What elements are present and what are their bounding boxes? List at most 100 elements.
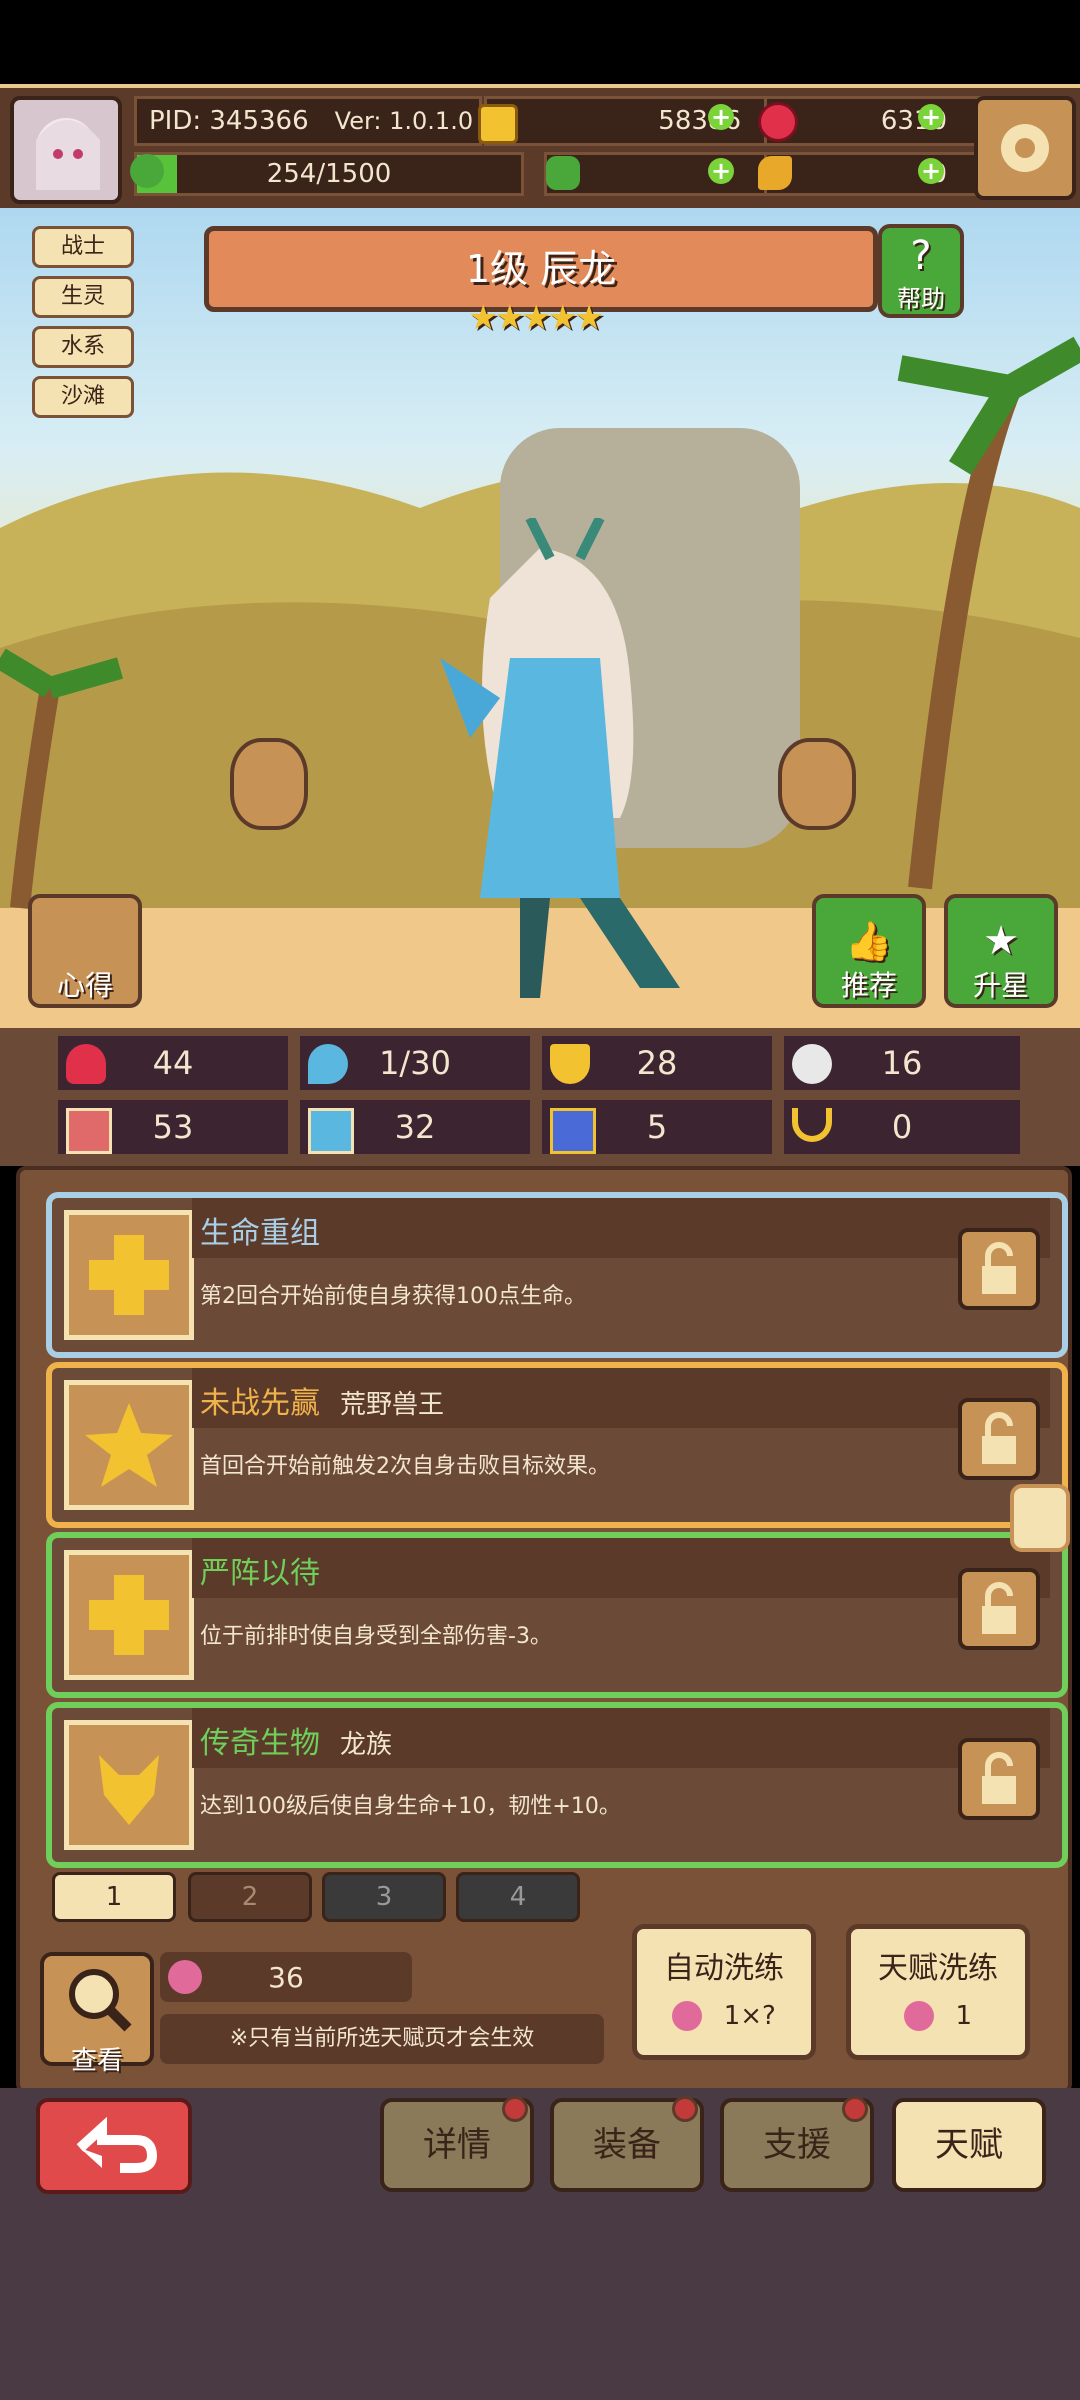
talent-page-note: ※只有当前所选天赋页才会生效	[160, 2014, 604, 2064]
talent-desc: 达到100级后使自身生命+10，韧性+10。	[200, 1794, 621, 1819]
lock-button[interactable]	[958, 1228, 1040, 1310]
auto-wash-label: 自动洗练	[664, 1951, 784, 1986]
recommend-button[interactable]: 👍 推荐	[812, 894, 926, 1008]
top-status-bar: PID: 345366 Ver: 1.0.1.0 58386 + 6310 + …	[0, 84, 1080, 212]
hero-scene: 战士 生灵 水系 沙滩 1级 辰龙 ★★★★★ ? 帮助 心得 👍 推荐 ★ 升…	[0, 208, 1080, 1028]
hero-stats: 44 1/30 28 16 53 32 5 0	[0, 1028, 1080, 1166]
tag-element: 水系	[32, 326, 134, 368]
panel-side-handle[interactable]	[1010, 1484, 1070, 1552]
auto-wash-cost: 1×?	[723, 2001, 776, 2031]
talent-header	[192, 1538, 1050, 1598]
dragon-head-icon	[64, 1720, 194, 1850]
talent-page-tab-2[interactable]: 2	[188, 1872, 312, 1922]
talent-page-tab-1[interactable]: 1	[52, 1872, 176, 1922]
talent-wash-cost: 1	[955, 2001, 973, 2031]
add-gem-button[interactable]: +	[918, 104, 944, 130]
water-drop-icon	[308, 1044, 348, 1084]
add-clover-button[interactable]: +	[708, 158, 734, 184]
energy-icon	[130, 154, 164, 188]
lock-icon	[982, 1242, 1016, 1294]
talent-card[interactable]: 传奇生物 龙族 达到100级后使自身生命+10，韧性+10。	[46, 1702, 1068, 1868]
notes-button[interactable]: 心得	[28, 894, 142, 1008]
tag-class: 战士	[32, 226, 134, 268]
back-button[interactable]	[36, 2098, 192, 2194]
help-icon: ?	[910, 233, 932, 279]
lock-icon	[982, 1412, 1016, 1464]
fist-icon	[66, 1108, 112, 1154]
player-avatar[interactable]	[10, 96, 122, 204]
talent-desc: 首回合开始前触发2次自身击败目标效果。	[200, 1454, 610, 1479]
gold-coin-icon	[478, 104, 518, 144]
hero-stars: ★★★★★	[468, 298, 604, 338]
prev-hero-button[interactable]	[230, 738, 308, 830]
talent-card[interactable]: 生命重组 第2回合开始前使自身获得100点生命。	[46, 1192, 1068, 1358]
pid-label: PID: 345366	[149, 106, 309, 136]
cross-icon	[64, 1210, 194, 1340]
add-gold-button[interactable]: +	[708, 104, 734, 130]
support-notification-dot	[842, 2096, 868, 2122]
shield-icon	[550, 1044, 590, 1084]
gear-icon	[1001, 124, 1049, 172]
talent-page-tab-4[interactable]: 4	[456, 1872, 580, 1922]
pid-version-bar: PID: 345366 Ver: 1.0.1.0	[134, 96, 482, 146]
talent-subtitle: 荒野兽王	[340, 1390, 445, 1420]
star-icon: ★	[983, 918, 1019, 964]
red-gem-icon	[758, 102, 798, 142]
fruit-icon	[903, 2000, 934, 2031]
arm-icon	[758, 156, 792, 190]
talent-desc: 第2回合开始前使自身获得100点生命。	[200, 1284, 586, 1309]
notes-label: 心得	[56, 969, 113, 1002]
tag-race: 生灵	[32, 276, 134, 318]
gem-bar: 6310	[764, 96, 992, 146]
clover-icon	[546, 156, 580, 190]
help-label: 帮助	[897, 285, 945, 313]
next-hero-button[interactable]	[778, 738, 856, 830]
upstar-label: 升星	[972, 969, 1029, 1002]
recommend-label: 推荐	[840, 969, 897, 1002]
talent-tab[interactable]: 天赋	[892, 2098, 1046, 2192]
return-arrow-icon	[76, 2116, 158, 2173]
view-button[interactable]: 查看	[40, 1952, 154, 2076]
tag-terrain: 沙滩	[32, 376, 134, 418]
details-notification-dot	[502, 2096, 528, 2122]
add-item-button[interactable]: +	[918, 158, 944, 184]
energy-bar: 254/1500	[134, 152, 524, 196]
auto-wash-button[interactable]: 自动洗练 1×?	[632, 1924, 816, 2060]
fruit-count: 36	[268, 1960, 304, 1994]
talent-wash-button[interactable]: 天赋洗练 1	[846, 1924, 1030, 2060]
talent-title: 严阵以待	[200, 1556, 320, 1591]
feather-icon	[792, 1044, 832, 1084]
lock-button[interactable]	[958, 1738, 1040, 1820]
magnifier-icon	[69, 1969, 132, 2032]
fruit-icon	[672, 2000, 703, 2031]
talent-title: 未战先赢	[200, 1386, 320, 1421]
boot-icon	[550, 1108, 596, 1154]
fruit-icon	[168, 1960, 202, 1994]
cross-icon	[64, 1550, 194, 1680]
book-icon	[308, 1108, 354, 1154]
talent-subtitle: 龙族	[340, 1730, 393, 1760]
talent-card[interactable]: 严阵以待 位于前排时使自身受到全部伤害-3。	[46, 1532, 1068, 1698]
hero-title: 1级 辰龙	[465, 247, 617, 291]
talent-page-tab-3[interactable]: 3	[322, 1872, 446, 1922]
talent-card[interactable]: 未战先赢 荒野兽王 首回合开始前触发2次自身击败目标效果。	[46, 1362, 1068, 1528]
help-button[interactable]: ? 帮助	[878, 224, 964, 318]
lock-icon	[982, 1752, 1016, 1804]
item-bar: 0	[764, 152, 992, 196]
hero-character-sprite	[440, 518, 680, 998]
lock-button[interactable]	[958, 1398, 1040, 1480]
energy-value: 254/1500	[266, 159, 392, 189]
settings-button[interactable]	[974, 96, 1076, 200]
view-label: 查看	[70, 2046, 123, 2076]
gold-bar: 58386	[484, 96, 786, 146]
lock-icon	[982, 1582, 1016, 1634]
talent-title: 生命重组	[200, 1216, 320, 1251]
talent-desc: 位于前排时使自身受到全部伤害-3。	[200, 1624, 552, 1649]
talent-header	[192, 1198, 1050, 1258]
talent-title: 传奇生物	[200, 1726, 320, 1761]
upstar-button[interactable]: ★ 升星	[944, 894, 1058, 1008]
lock-button[interactable]	[958, 1568, 1040, 1650]
version-label: Ver: 1.0.1.0	[334, 107, 474, 135]
thumbs-up-icon: 👍	[845, 919, 893, 963]
star-badge-icon	[64, 1380, 194, 1510]
